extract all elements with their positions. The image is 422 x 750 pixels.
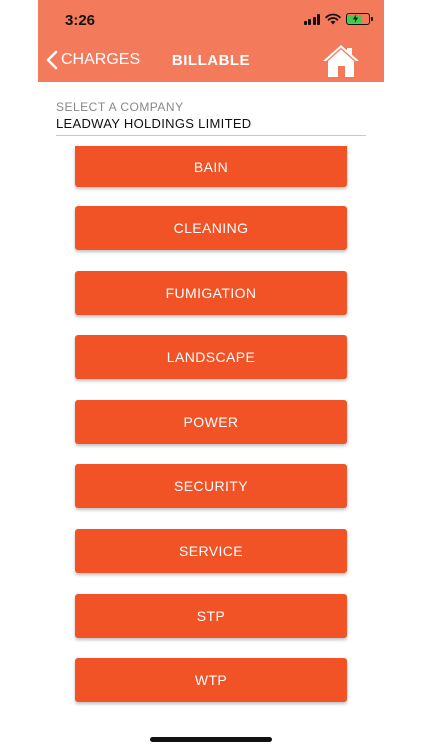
- wifi-icon: [325, 13, 341, 25]
- charge-button-service[interactable]: SERVICE: [75, 528, 347, 573]
- charge-button-stp[interactable]: STP: [75, 593, 347, 638]
- charge-button-wtp[interactable]: WTP: [75, 658, 347, 703]
- signal-icon: [303, 13, 320, 25]
- company-label: SELECT A COMPANY: [56, 100, 184, 114]
- status-icons: [303, 13, 373, 25]
- charge-button-power[interactable]: POWER: [75, 399, 347, 444]
- charge-button-bain[interactable]: BAIN: [75, 146, 347, 187]
- charge-button-security[interactable]: SECURITY: [75, 464, 347, 509]
- charging-bolt-icon: [352, 14, 359, 23]
- charge-button-landscape[interactable]: LANDSCAPE: [75, 335, 347, 380]
- status-time: 3:26: [65, 12, 96, 29]
- app-screen: 3:26 CHARGES BILLABLE SELECT A COMPANY L…: [38, 0, 384, 750]
- home-icon[interactable]: [320, 42, 362, 80]
- company-select-field[interactable]: LEADWAY HOLDINGS LIMITED: [56, 116, 366, 136]
- header-bar: 3:26 CHARGES BILLABLE: [38, 0, 384, 82]
- charges-list: BAIN CLEANING FUMIGATION LANDSCAPE POWER SECU…: [75, 146, 347, 723]
- battery-icon: [346, 13, 373, 25]
- charge-button-cleaning[interactable]: CLEANING: [75, 206, 347, 250]
- home-indicator[interactable]: [150, 737, 272, 742]
- charge-button-fumigation[interactable]: FUMIGATION: [75, 270, 347, 315]
